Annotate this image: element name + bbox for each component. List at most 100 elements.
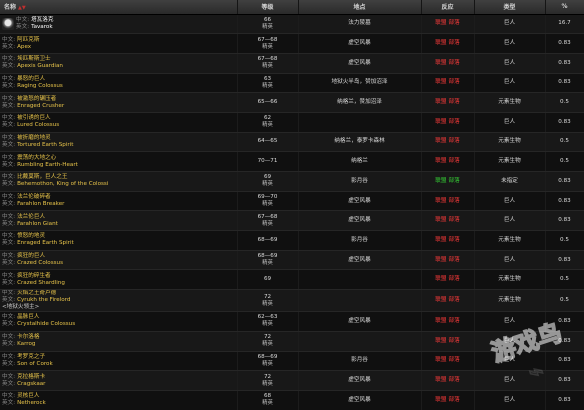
col-header-type[interactable]: 类型 bbox=[474, 0, 546, 15]
level-classification: 精英 bbox=[262, 400, 273, 407]
npc-name-en-link[interactable]: Crazed Colossus bbox=[17, 260, 63, 267]
drop-percent: 0.83 bbox=[558, 217, 571, 224]
col-header-reaction[interactable]: 反应 bbox=[421, 0, 475, 15]
location-link[interactable]: 虚空风暴 bbox=[348, 377, 370, 383]
location-link[interactable]: 地狱火半岛，赞加沼泽 bbox=[332, 79, 388, 85]
npc-name-en-link[interactable]: Enraged Crusher bbox=[17, 103, 64, 110]
label-en: 英文: bbox=[2, 380, 16, 387]
npc-name-en-link[interactable]: Behemothon, King of the Colossi bbox=[17, 181, 108, 188]
npc-name-cn-link[interactable]: 灵核巨人 bbox=[17, 393, 39, 400]
table-row[interactable]: 中文: 考罗克之子 英文: Son of Corok 68—69 精英 影月谷 联盟 部落 巨人 0… bbox=[0, 351, 584, 372]
location-link[interactable]: 影月谷 bbox=[351, 357, 368, 363]
npc-name-cn-link[interactable]: 火焰之王奇卢德 bbox=[17, 290, 56, 297]
npc-name-en-link[interactable]: Enraged Earth Spirit bbox=[17, 240, 74, 247]
cell-name: 中文: 疯狂的巨人 英文: Crazed Colossus bbox=[0, 250, 238, 271]
npc-name-en-link[interactable]: Crystalhide Colossus bbox=[17, 321, 75, 328]
npc-name-cn-link[interactable]: 卡尔洛格 bbox=[17, 334, 39, 341]
npc-name-cn-link[interactable]: 被引诱的巨人 bbox=[17, 115, 51, 122]
reaction-horde: 部落 bbox=[448, 158, 460, 165]
col-header-location[interactable]: 地点 bbox=[298, 0, 422, 15]
npc-name-cn-link[interactable]: 暴怒的巨人 bbox=[17, 76, 45, 83]
location-link[interactable]: 纳格兰 bbox=[351, 158, 368, 164]
location-link[interactable]: 虚空风暴 bbox=[348, 198, 370, 204]
npc-name-en-link[interactable]: Farahlon Breaker bbox=[17, 201, 64, 208]
npc-name-en-link[interactable]: Rumbling Earth-Heart bbox=[17, 162, 78, 169]
table-row[interactable]: 中文: 埃匹斯斯卫士 英文: Apexis Guardian 67—68 精英 虚空风暴 联盟… bbox=[0, 53, 584, 74]
table-row[interactable]: 中文: 法兰伦破碎者 英文: Farahlon Breaker 69—70 精英 虚空风暴联… bbox=[0, 191, 584, 212]
npc-name-cn-link[interactable]: 法兰伦破碎者 bbox=[17, 194, 51, 201]
npc-name-cn-link[interactable]: 比戴莫斯，巨人之王 bbox=[17, 174, 67, 181]
level-classification: 精英 bbox=[262, 321, 273, 328]
npc-name-en-link[interactable]: Cragskaar bbox=[17, 381, 45, 388]
npc-name-cn-link[interactable]: 被折磨的地灵 bbox=[17, 135, 51, 142]
table-row[interactable]: 中文: 疯狂的巨人 英文: Crazed Colossus 68—69 精英 虚空风暴 联盟部… bbox=[0, 250, 584, 271]
table-row[interactable]: 中文: 克拉格斯卡 英文: Cragskaar 72 精英 虚空风暴 联盟 部落 巨人 0.83 bbox=[0, 370, 584, 391]
col-header-name[interactable]: 名称 ▲▼ bbox=[0, 0, 238, 15]
npc-name-en-link[interactable]: Tortured Earth Spirit bbox=[17, 142, 73, 149]
creature-type: 巨人 bbox=[503, 317, 516, 324]
table-row[interactable]: 中文: 晶脉巨人 英文: Crystalhide Colossus 62—63 精英 虚空风… bbox=[0, 311, 584, 332]
location-link[interactable]: 虚空风暴 bbox=[348, 217, 370, 223]
table-row[interactable]: 中文: 被引诱的巨人 英文: Lured Colossus 62 精英 联盟 部落 巨人 0.83 bbox=[0, 112, 584, 133]
npc-name-cn-link[interactable]: 阿匹克斯 bbox=[17, 37, 39, 44]
npc-name-cn-link[interactable]: 震荡的大地之心 bbox=[17, 155, 56, 162]
col-header-level[interactable]: 等级 bbox=[237, 0, 299, 15]
sort-arrows-icon[interactable]: ▲▼ bbox=[18, 5, 26, 11]
cell-percent: 0.5 bbox=[545, 269, 584, 291]
table-row[interactable]: 中文: 阿匹克斯 英文: Apex 67—68 精英 虚空风暴 联盟 部落 巨人 0.83 bbox=[0, 33, 584, 54]
npc-name-cn-link[interactable]: 晶脉巨人 bbox=[17, 314, 39, 321]
location-link[interactable]: 影月谷 bbox=[351, 237, 368, 243]
location-link[interactable]: 虚空风暴 bbox=[348, 397, 370, 403]
npc-name-cn-link[interactable]: 疯狂的碎生者 bbox=[17, 273, 51, 280]
npc-name-cn-link[interactable]: 塔瓦洛克 bbox=[31, 17, 53, 24]
location-link[interactable]: 虚空风暴 bbox=[348, 257, 370, 263]
cell-percent: 0.83 bbox=[545, 33, 584, 54]
location-link[interactable]: 影月谷 bbox=[351, 178, 368, 184]
col-header-percent[interactable]: % bbox=[545, 0, 584, 15]
npc-name-en-link[interactable]: Apex bbox=[17, 44, 31, 51]
npc-name-cn-link[interactable]: 克拉格斯卡 bbox=[17, 374, 45, 381]
cell-name: 中文: 阿匹克斯 英文: Apex bbox=[0, 33, 238, 54]
table-row[interactable]: 中文: 卡尔洛格 英文: Karrog 72 精英 联盟 部落 巨人 0.83 bbox=[0, 331, 584, 352]
table-row[interactable]: 中文: 比戴莫斯，巨人之王 英文: Behemothon, King of the C… bbox=[0, 171, 584, 192]
cell-reaction: 联盟 部落 bbox=[421, 289, 475, 313]
npc-name-en-link[interactable]: Son of Corok bbox=[17, 361, 53, 368]
npc-name-en-link[interactable]: Farahlon Giant bbox=[17, 221, 58, 228]
location-link[interactable]: 纳格兰，泰罗卡森林 bbox=[334, 138, 384, 144]
table-row[interactable]: 中文: 被折磨的地灵 英文: Tortured Earth Spirit 64—65 纳格… bbox=[0, 132, 584, 153]
level-range: 65—66 bbox=[257, 99, 278, 106]
level-classification: 精英 bbox=[262, 23, 273, 30]
npc-name-cn-link[interactable]: 被激怒的碾压者 bbox=[17, 96, 56, 103]
npc-name-cn-link[interactable]: 考罗克之子 bbox=[17, 354, 45, 361]
npc-name-en-link[interactable]: Raging Colossus bbox=[17, 83, 63, 90]
npc-name-en-link[interactable]: Tavarok bbox=[31, 24, 53, 31]
table-row[interactable]: 中文: 震荡的大地之心 英文: Rumbling Earth-Heart 70—71 纳格… bbox=[0, 151, 584, 172]
location-link[interactable]: 纳格兰，赞加沼泽 bbox=[337, 99, 382, 105]
cell-name: 中文: 比戴莫斯，巨人之王 英文: Behemothon, King of the C… bbox=[0, 171, 238, 192]
npc-name-en-link[interactable]: Karrog bbox=[17, 341, 35, 348]
location-link[interactable]: 虚空风暴 bbox=[348, 60, 370, 66]
table-row[interactable]: 中文: 愤怒的地灵 英文: Enraged Earth Spirit 68—69 影月谷 联… bbox=[0, 230, 584, 251]
cell-type: 巨人 bbox=[474, 191, 546, 212]
table-row[interactable]: 中文: 疯狂的碎生者 英文: Crazed Shardling 69 联盟 部落 元素生物 0.… bbox=[0, 269, 584, 291]
npc-name-en-link[interactable]: Crazed Shardling bbox=[17, 280, 65, 287]
location-link[interactable]: 虚空风暴 bbox=[348, 40, 370, 46]
npc-name-cn-link[interactable]: 埃匹斯斯卫士 bbox=[17, 56, 51, 63]
location-link[interactable]: 法力陵墓 bbox=[348, 20, 370, 26]
table-row[interactable]: 中文: 暴怒的巨人 英文: Raging Colossus 63 精英 地狱火半岛，赞加沼泽… bbox=[0, 73, 584, 94]
npc-name-cn-link[interactable]: 愤怒的地灵 bbox=[17, 233, 45, 240]
table-row[interactable]: 中文: 被激怒的碾压者 英文: Enraged Crusher 65—66 纳格兰，赞加沼… bbox=[0, 92, 584, 113]
location-link[interactable]: 虚空风暴 bbox=[348, 318, 370, 324]
npc-name-cn-link[interactable]: 疯狂的巨人 bbox=[17, 253, 45, 260]
npc-name-cn-link[interactable]: 法兰伦巨人 bbox=[17, 214, 45, 221]
table-row[interactable]: 中文: 灵核巨人 英文: Netherock 68 精英 虚空风暴 联盟 部落 巨人 0.83 bbox=[0, 390, 584, 410]
npc-name-en-link[interactable]: Lured Colossus bbox=[17, 122, 59, 129]
cell-type: 巨人 bbox=[474, 112, 546, 133]
table-row[interactable]: 中文: 火焰之王奇卢德 英文: Cyrukh the Firelord <地狱火领主> 7… bbox=[0, 289, 584, 313]
table-row[interactable]: 中文: 法兰伦巨人 英文: Farahlon Giant 67—68 精英 虚空风暴 联盟 部落… bbox=[0, 210, 584, 232]
table-row[interactable]: 中文: 塔瓦洛克 英文: Tavarok 66 精英 法力陵墓 联盟 部落 巨人 16.7 bbox=[0, 14, 584, 35]
npc-name-en-link[interactable]: Netherock bbox=[17, 400, 46, 407]
label-en: 英文: bbox=[2, 400, 16, 407]
cell-level: 69 精英 bbox=[237, 171, 299, 192]
npc-name-en-link[interactable]: Apexis Guardian bbox=[17, 63, 63, 70]
